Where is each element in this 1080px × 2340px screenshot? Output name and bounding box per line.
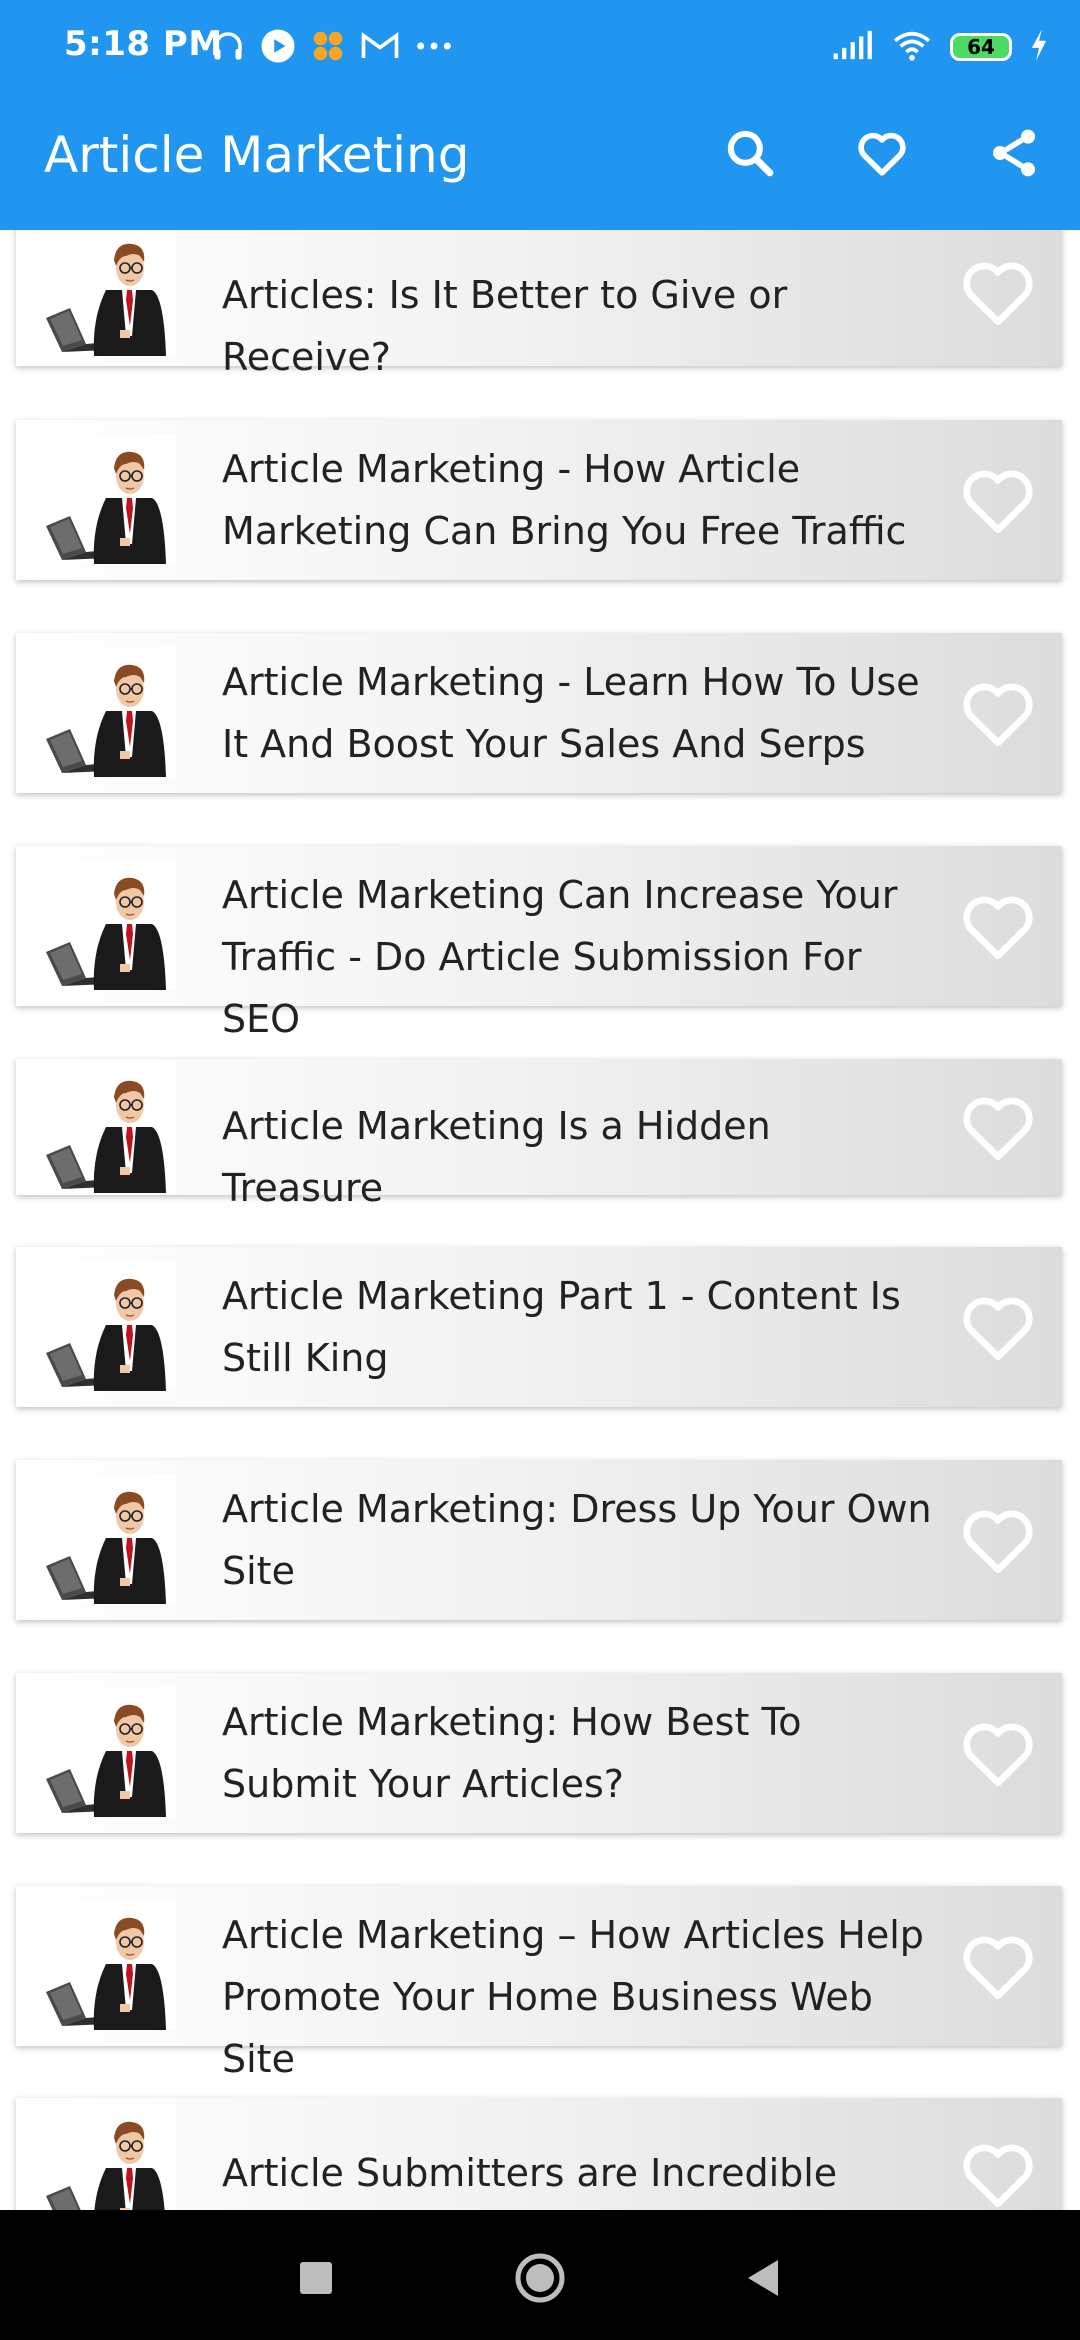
back-button[interactable] — [734, 2248, 794, 2308]
list-item[interactable]: Article Submitters are Incredible — [16, 2098, 1062, 2210]
article-title: Article Submitters are Incredible — [222, 2151, 838, 2195]
more-notifications-icon — [414, 28, 454, 68]
charging-icon — [1028, 28, 1050, 66]
home-button[interactable] — [510, 2248, 570, 2308]
list-item[interactable]: Article Marketing Can Increase Your Traf… — [16, 846, 1062, 1041]
article-thumbnail — [36, 1687, 176, 1818]
article-title: Article Marketing – How Articles Help Pr… — [222, 1913, 924, 2081]
heart-icon — [858, 132, 906, 176]
top-bar: 5:18 PM 64 Article Marketing — [0, 0, 1080, 230]
favorite-heart-icon[interactable] — [956, 1711, 1040, 1795]
list-item[interactable]: Article Marketing Is a Hidden Treasure — [16, 1059, 1062, 1210]
search-button[interactable] — [684, 116, 816, 190]
list-item[interactable]: Article Marketing - How Article Marketin… — [16, 420, 1062, 580]
article-title: Article Marketing Is a Hidden Treasure — [222, 1104, 771, 1210]
favorite-heart-icon[interactable] — [956, 884, 1040, 968]
list-item[interactable]: Articles: Is It Better to Give or Receiv… — [16, 230, 1062, 379]
headphones-icon — [210, 28, 246, 68]
signal-icon — [830, 28, 874, 66]
search-icon — [727, 130, 774, 177]
article-title: Article Marketing - How Article Marketin… — [222, 447, 907, 553]
status-bar: 5:18 PM 64 — [0, 0, 1080, 96]
favorites-button[interactable] — [816, 116, 948, 190]
article-thumbnail — [36, 1063, 176, 1194]
article-thumbnail — [36, 2104, 176, 2210]
system-navigation-bar — [0, 2210, 1080, 2340]
article-title: Articles: Is It Better to Give or Receiv… — [222, 273, 788, 379]
recents-button[interactable] — [286, 2248, 346, 2308]
list-item[interactable]: Article Marketing – How Articles Help Pr… — [16, 1886, 1062, 2081]
back-triangle-icon — [748, 2260, 778, 2296]
list-item[interactable]: Article Marketing: Dress Up Your Own Sit… — [16, 1460, 1062, 1620]
article-thumbnail — [36, 860, 176, 991]
play-icon — [260, 28, 296, 68]
article-title: Article Marketing: Dress Up Your Own Sit… — [222, 1487, 932, 1593]
article-thumbnail — [36, 230, 176, 357]
list-item[interactable]: Article Marketing - Learn How To Use It … — [16, 633, 1062, 793]
article-thumbnail — [36, 1261, 176, 1392]
article-thumbnail — [36, 434, 176, 565]
article-title: Article Marketing - Learn How To Use It … — [222, 660, 920, 766]
article-title: Article Marketing Part 1 - Content Is St… — [222, 1274, 901, 1380]
share-button[interactable] — [948, 116, 1080, 190]
status-system-icons: 64 — [830, 28, 1050, 66]
battery-indicator: 64 — [950, 33, 1012, 61]
status-notification-icons — [210, 28, 454, 68]
favorite-heart-icon[interactable] — [956, 250, 1040, 334]
favorite-heart-icon[interactable] — [956, 1285, 1040, 1369]
status-time: 5:18 PM — [64, 24, 223, 64]
app-notification-icon — [310, 28, 346, 68]
article-thumbnail — [36, 1900, 176, 2031]
favorite-heart-icon[interactable] — [956, 2132, 1040, 2210]
favorite-heart-icon[interactable] — [956, 1085, 1040, 1169]
share-icon — [993, 129, 1035, 177]
page-title: Article Marketing — [44, 126, 470, 184]
article-list: Articles: Is It Better to Give or Receiv… — [0, 230, 1080, 2210]
article-thumbnail — [36, 647, 176, 778]
app-bar-actions — [684, 116, 1080, 190]
favorite-heart-icon[interactable] — [956, 1924, 1040, 2008]
square-icon — [300, 2262, 332, 2294]
gmail-icon — [360, 28, 400, 68]
list-item[interactable]: Article Marketing: How Best To Submit Yo… — [16, 1673, 1062, 1833]
favorite-heart-icon[interactable] — [956, 1498, 1040, 1582]
wifi-icon — [890, 28, 934, 66]
list-item[interactable]: Article Marketing Part 1 - Content Is St… — [16, 1247, 1062, 1407]
article-thumbnail — [36, 1474, 176, 1605]
article-title: Article Marketing Can Increase Your Traf… — [222, 873, 898, 1041]
favorite-heart-icon[interactable] — [956, 671, 1040, 755]
favorite-heart-icon[interactable] — [956, 458, 1040, 542]
article-title: Article Marketing: How Best To Submit Yo… — [222, 1700, 802, 1806]
circle-icon — [515, 2253, 565, 2303]
